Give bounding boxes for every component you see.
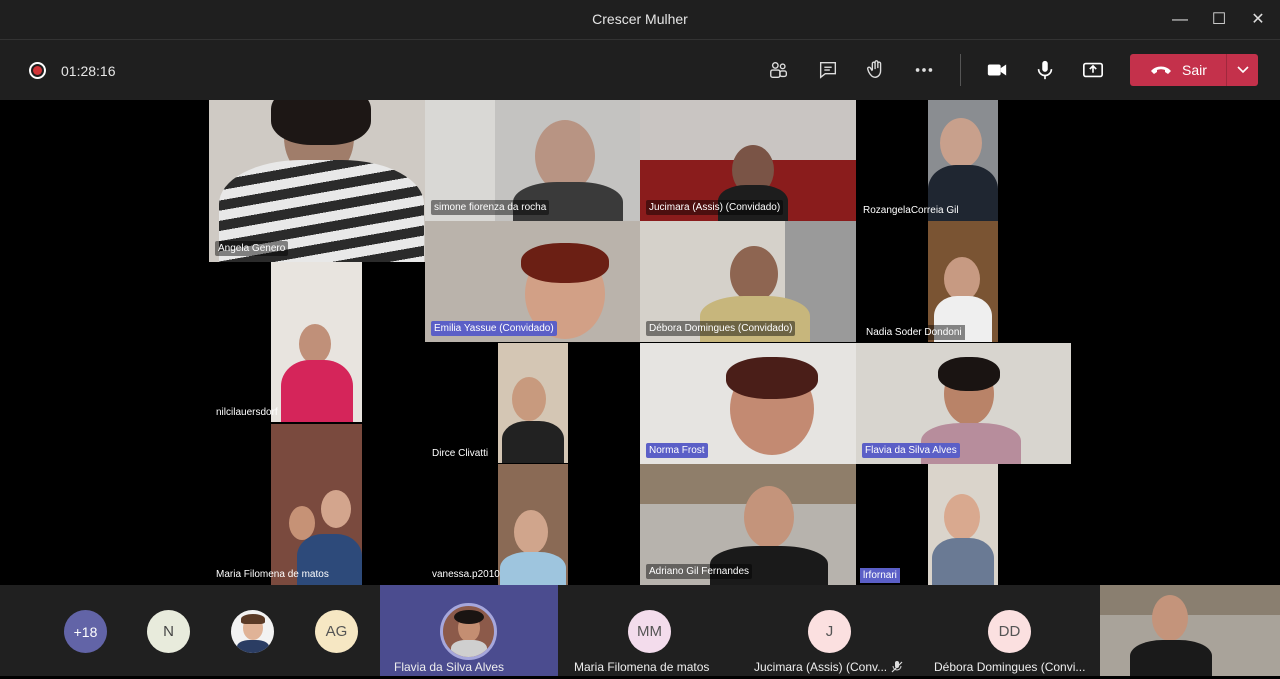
- participant-name: Emilia Yassue (Convidado): [431, 321, 557, 336]
- toolbar-divider: [960, 54, 961, 86]
- video-tile[interactable]: Débora Domingues (Convidado): [640, 221, 856, 342]
- avatar[interactable]: J: [808, 610, 851, 653]
- participant-name: Nadia Soder Dondoni: [863, 325, 965, 340]
- window-title: Crescer Mulher: [592, 11, 688, 27]
- meeting-timer: 01:28:16: [61, 63, 116, 79]
- participant-name: Maria Filomena de matos: [216, 569, 329, 580]
- participant-name: Maria Filomena de matos: [574, 660, 710, 674]
- video-tile[interactable]: [928, 221, 998, 342]
- share-screen-icon[interactable]: [1081, 58, 1105, 82]
- video-tile[interactable]: Jucimara (Assis) (Convidado): [640, 100, 856, 221]
- participant-name: Angela Genero: [215, 241, 289, 256]
- maximize-icon[interactable]: ☐: [1209, 10, 1229, 30]
- title-bar: Crescer Mulher — ☐ ✕: [0, 0, 1280, 40]
- participant-name: Jucimara (Assis) (Convidado): [646, 200, 784, 215]
- muted-mic-icon: [890, 660, 904, 674]
- video-tile[interactable]: Flavia da Silva Alves: [856, 343, 1071, 464]
- featured-avatar: [440, 603, 497, 660]
- camera-icon[interactable]: [985, 58, 1009, 82]
- video-tile[interactable]: Emilia Yassue (Convidado): [425, 221, 640, 342]
- video-tile[interactable]: [498, 343, 568, 463]
- participant-name: Dirce Clivatti: [432, 448, 489, 459]
- recording-icon: [29, 62, 46, 79]
- participant-name: Norma Frost: [646, 443, 708, 458]
- participant-name: lrfornari: [860, 568, 900, 583]
- avatar[interactable]: AG: [315, 610, 358, 653]
- minimize-icon[interactable]: —: [1170, 10, 1190, 30]
- participant-name: Flavia da Silva Alves: [862, 443, 960, 458]
- microphone-icon[interactable]: [1033, 58, 1057, 82]
- video-tile[interactable]: Adriano Gil Fernandes: [640, 464, 856, 585]
- participant-name: simone fiorenza da rocha: [431, 200, 550, 215]
- participant-name: vanessa.p2010: [432, 569, 500, 580]
- video-tile[interactable]: [271, 262, 362, 422]
- video-tile[interactable]: simone fiorenza da rocha: [425, 100, 640, 221]
- self-view-video[interactable]: [1100, 585, 1280, 676]
- chat-icon[interactable]: [816, 58, 840, 82]
- participants-icon[interactable]: [767, 58, 791, 82]
- video-tile[interactable]: [928, 464, 998, 585]
- more-participants-badge[interactable]: +18: [64, 610, 107, 653]
- video-tile[interactable]: [271, 424, 362, 585]
- avatar[interactable]: MM: [628, 610, 671, 653]
- video-tile[interactable]: Norma Frost: [640, 343, 856, 464]
- participant-name: RozangelaCorreia Gil: [863, 205, 959, 216]
- participant-name: Adriano Gil Fernandes: [646, 564, 753, 579]
- raise-hand-icon[interactable]: [864, 58, 888, 82]
- leave-label: Sair: [1182, 62, 1207, 78]
- leave-options-chevron-icon[interactable]: [1227, 66, 1258, 74]
- participant-name: Débora Domingues (Convi...: [934, 660, 1086, 674]
- leave-button[interactable]: Sair: [1130, 54, 1258, 86]
- avatar[interactable]: [231, 610, 274, 653]
- video-tile[interactable]: [498, 464, 568, 585]
- close-icon[interactable]: ✕: [1248, 10, 1268, 30]
- hang-up-icon: [1151, 66, 1171, 74]
- video-tile[interactable]: Angela Genero: [209, 100, 425, 262]
- video-tile[interactable]: [928, 100, 998, 221]
- avatar[interactable]: DD: [988, 610, 1031, 653]
- avatar[interactable]: N: [147, 610, 190, 653]
- participant-name: Jucimara (Assis) (Conv...: [754, 660, 888, 674]
- more-options-icon[interactable]: [912, 58, 936, 82]
- featured-name: Flavia da Silva Alves: [394, 660, 505, 674]
- participant-name: Débora Domingues (Convidado): [646, 321, 796, 336]
- participant-name: nilcilauersdorf: [216, 407, 278, 418]
